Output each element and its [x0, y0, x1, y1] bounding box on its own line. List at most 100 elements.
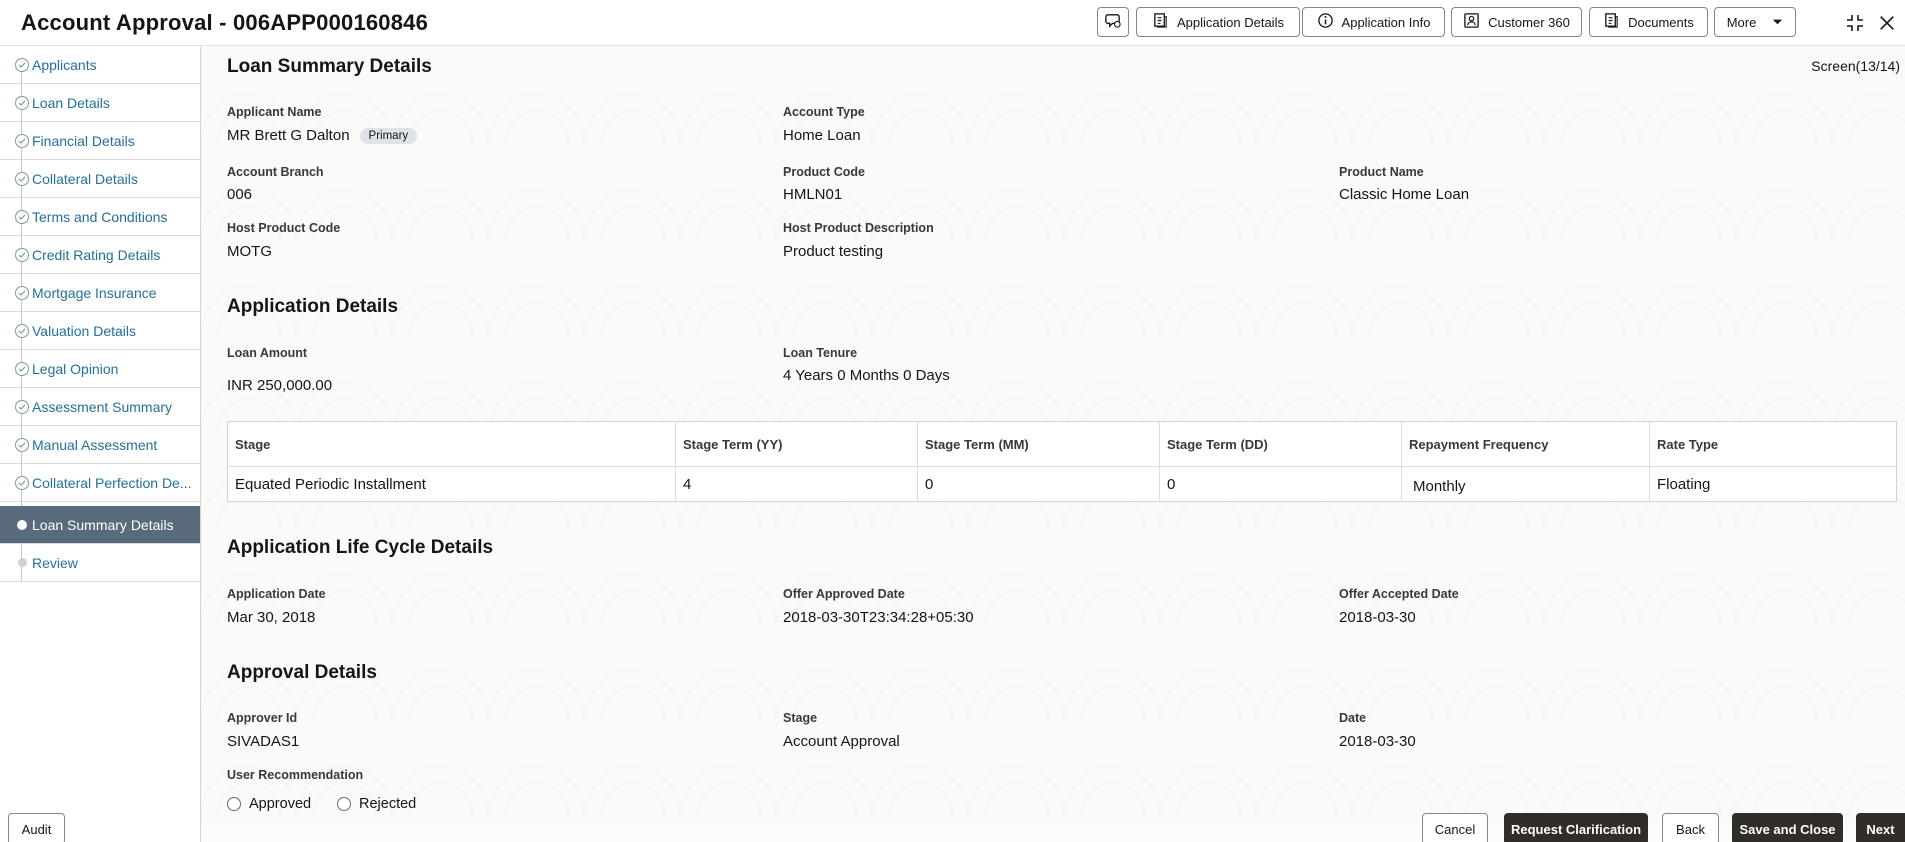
back-button[interactable]: Back [1662, 813, 1719, 842]
check-icon [15, 95, 29, 110]
account-branch-value: 006 [227, 186, 253, 203]
check-icon [15, 171, 29, 186]
table-column: Stage Term (YY) 4 [676, 422, 918, 501]
sidebar-item-terms-and-conditions[interactable]: Terms and Conditions [0, 198, 200, 236]
product-code-label: Product Code [783, 165, 865, 179]
document-icon [1152, 12, 1169, 32]
life-cycle-title: Application Life Cycle Details [227, 537, 494, 558]
approved-radio[interactable]: Approved [227, 796, 311, 812]
table-header-cell: Stage [228, 422, 675, 467]
application-details-button[interactable]: Application Details [1136, 7, 1300, 37]
check-icon [15, 361, 29, 376]
host-product-desc-value: Product testing [783, 243, 884, 260]
customer-360-label: Customer 360 [1488, 14, 1570, 30]
check-icon [15, 475, 29, 490]
save-and-close-button[interactable]: Save and Close [1732, 813, 1843, 842]
table-column: Rate Type Floating [1650, 422, 1896, 501]
table-cell: Floating [1657, 476, 1711, 493]
sidebar-item-label: Collateral Details [32, 170, 138, 187]
application-info-button[interactable]: Application Info [1302, 7, 1445, 37]
check-icon [15, 285, 29, 300]
radio-circle[interactable] [227, 797, 241, 811]
pending-step-icon [18, 558, 27, 567]
sidebar-item-valuation-details[interactable]: Valuation Details [0, 312, 200, 350]
chat-bubble-icon [1104, 12, 1122, 32]
user-recommendation-label: User Recommendation [227, 768, 364, 782]
sidebar-item-label: Loan Details [32, 94, 110, 111]
loan-amount-label: Loan Amount [227, 346, 308, 360]
table-header-cell: Stage Term (YY) [676, 422, 917, 467]
train-stop-sidebar: Applicants Loan Details Financial Detail… [0, 46, 201, 842]
check-icon [15, 437, 29, 452]
sidebar-item-mortgage-insurance[interactable]: Mortgage Insurance [0, 274, 200, 312]
page-header: Account Approval - 006APP000160846 Appli… [0, 0, 1905, 46]
check-icon [15, 57, 29, 72]
approver-id-value: SIVADAS1 [227, 733, 300, 750]
current-step-icon [17, 519, 27, 530]
loan-tenure-label: Loan Tenure [783, 346, 858, 360]
offer-accepted-value: 2018-03-30 [1339, 609, 1416, 626]
table-column: Stage Term (DD) 0 [1160, 422, 1402, 501]
applicant-name-text: MR Brett G Dalton [227, 127, 350, 144]
sidebar-item-collateral-details[interactable]: Collateral Details [0, 160, 200, 198]
applicant-name-value: MR Brett G Dalton Primary [227, 127, 418, 144]
table-header-cell: Stage Term (DD) [1160, 422, 1401, 467]
sidebar-item-label: Assessment Summary [32, 398, 173, 415]
sidebar-item-manual-assessment[interactable]: Manual Assessment [0, 426, 200, 464]
sidebar-item-label: Valuation Details [32, 322, 137, 339]
check-icon [15, 247, 29, 262]
sidebar-item-loan-details[interactable]: Loan Details [0, 84, 200, 122]
table-header-cell: Stage Term (MM) [918, 422, 1159, 467]
more-label: More [1726, 14, 1757, 30]
sidebar-item-financial-details[interactable]: Financial Details [0, 122, 200, 160]
sidebar-item-review[interactable]: Review [0, 544, 200, 582]
primary-badge: Primary [359, 128, 418, 144]
application-date-label: Application Date [227, 587, 326, 601]
account-type-value: Home Loan [783, 127, 861, 144]
table-header-cell: Repayment Frequency [1402, 422, 1649, 467]
sidebar-item-legal-opinion[interactable]: Legal Opinion [0, 350, 200, 388]
sidebar-item-collateral-perfection[interactable]: Collateral Perfection De... [0, 464, 200, 502]
sidebar-item-label: Legal Opinion [32, 360, 119, 377]
check-icon [15, 133, 29, 148]
cancel-button[interactable]: Cancel [1422, 813, 1488, 842]
documents-button[interactable]: Documents [1589, 7, 1708, 37]
sidebar-item-label: Loan Summary Details [32, 516, 174, 533]
radio-circle[interactable] [337, 797, 351, 811]
check-icon [15, 209, 29, 224]
approved-radio-label: Approved [249, 796, 312, 812]
table-cell: Monthly [1413, 478, 1466, 495]
sidebar-item-loan-summary-details[interactable]: Loan Summary Details [0, 506, 200, 544]
host-product-desc-label: Host Product Description [783, 221, 934, 235]
collapse-icon[interactable] [1842, 10, 1868, 36]
table-column: Stage Equated Periodic Installment [228, 422, 676, 501]
sidebar-item-label: Credit Rating Details [32, 246, 161, 263]
product-name-value: Classic Home Loan [1339, 186, 1470, 203]
offer-accepted-label: Offer Accepted Date [1339, 587, 1459, 601]
sidebar-item-applicants[interactable]: Applicants [0, 46, 200, 84]
stage-table: Stage Equated Periodic Installment Stage… [227, 421, 1897, 502]
more-menu-button[interactable]: More [1714, 7, 1796, 37]
offer-approved-label: Offer Approved Date [783, 587, 905, 601]
customer-360-button[interactable]: Customer 360 [1451, 7, 1582, 37]
chat-help-button[interactable] [1097, 7, 1129, 37]
sidebar-item-credit-rating-details[interactable]: Credit Rating Details [0, 236, 200, 274]
sidebar-item-label: Mortgage Insurance [32, 284, 157, 301]
loan-amount-value: INR 250,000.00 [227, 377, 333, 394]
rejected-radio[interactable]: Rejected [337, 796, 416, 812]
product-name-label: Product Name [1339, 165, 1424, 179]
host-product-code-label: Host Product Code [227, 221, 341, 235]
check-icon [15, 323, 29, 338]
request-clarification-button[interactable]: Request Clarification [1504, 813, 1648, 842]
offer-approved-value: 2018-03-30T23:34:28+05:30 [783, 609, 974, 626]
page-title: Account Approval - 006APP000160846 [21, 10, 429, 35]
application-date-value: Mar 30, 2018 [227, 609, 316, 626]
next-button[interactable]: Next [1856, 813, 1905, 842]
table-column: Stage Term (MM) 0 [918, 422, 1160, 501]
table-column: Repayment Frequency Monthly [1402, 422, 1650, 501]
table-cell: 0 [1167, 476, 1176, 493]
sidebar-item-assessment-summary[interactable]: Assessment Summary [0, 388, 200, 426]
documents-icon [1603, 12, 1620, 32]
close-icon[interactable] [1874, 10, 1900, 36]
audit-button[interactable]: Audit [8, 813, 65, 842]
